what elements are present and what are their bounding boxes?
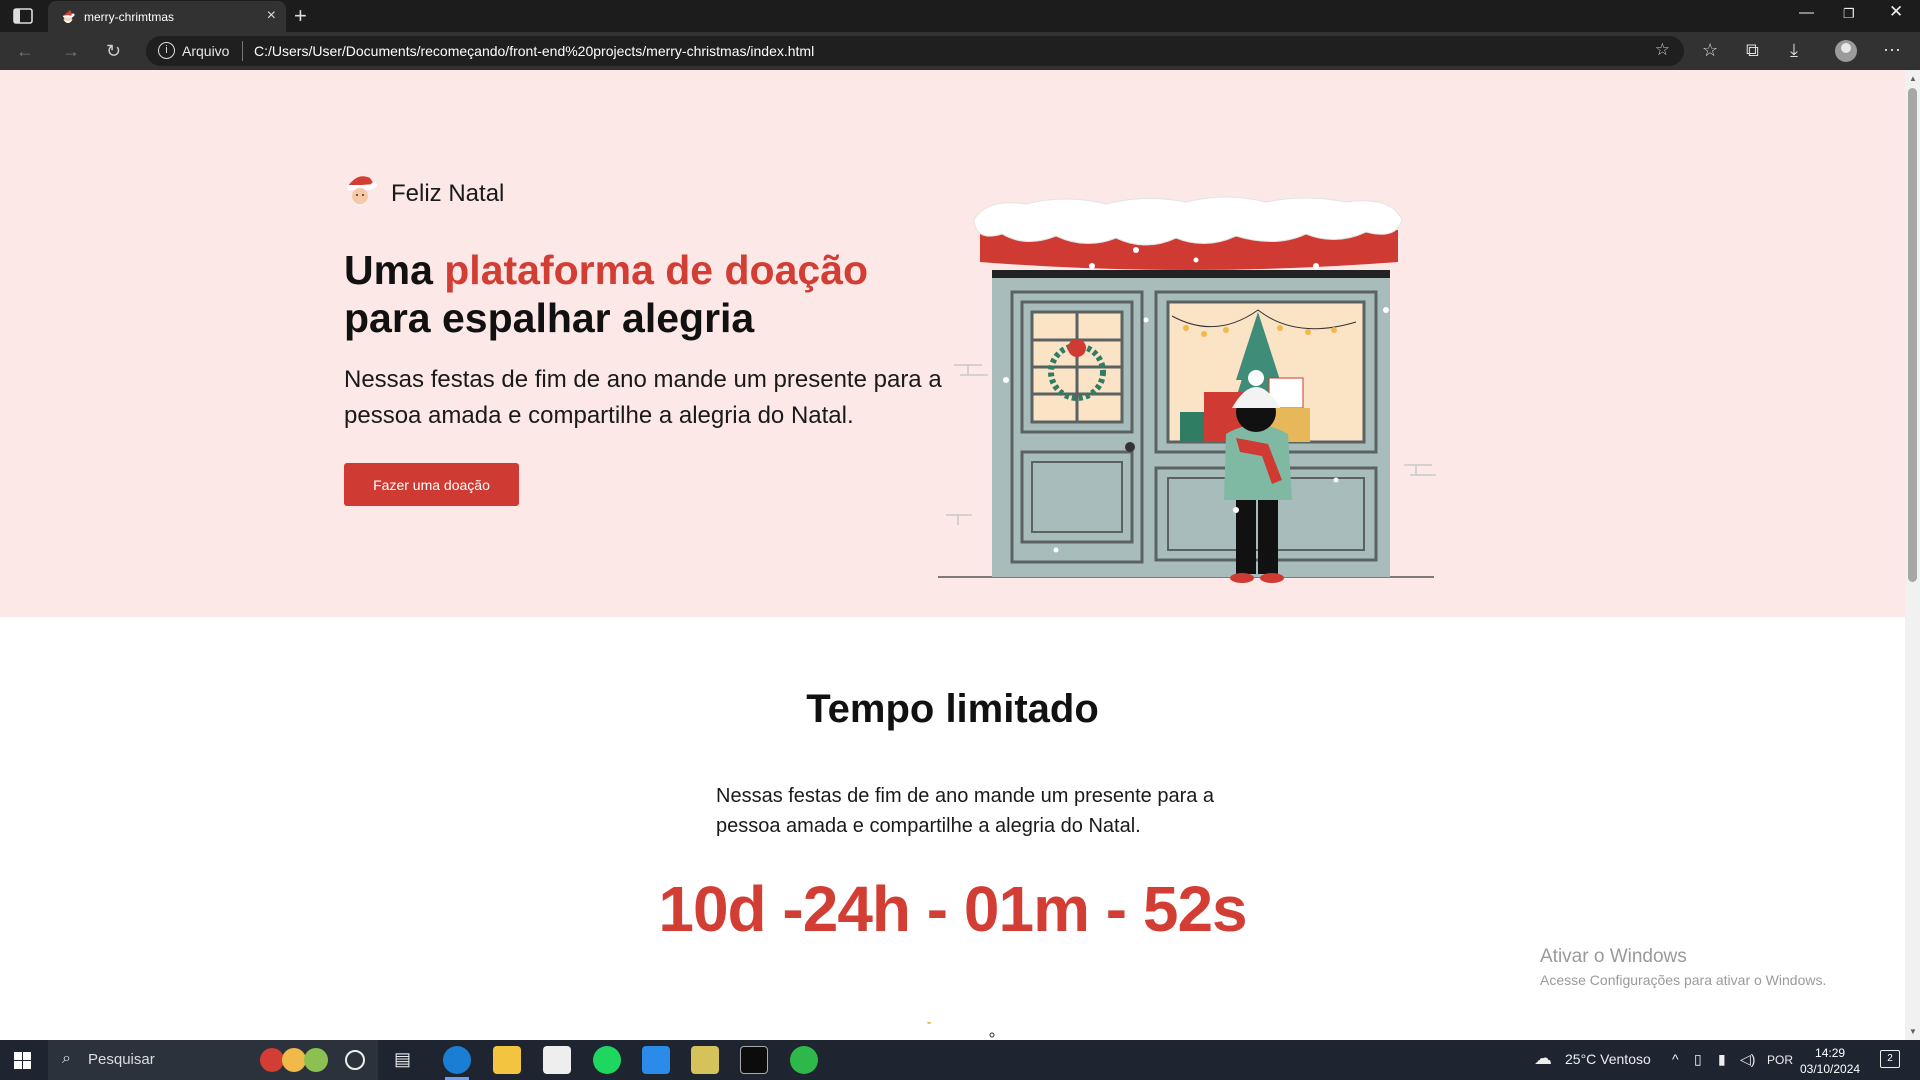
- favorites-icon[interactable]: ☆: [1702, 40, 1718, 61]
- scrollbar-thumb[interactable]: [1908, 88, 1917, 582]
- downloads-icon[interactable]: ⤓: [1790, 40, 1798, 61]
- network-icon[interactable]: ▮: [1718, 1051, 1726, 1068]
- pear-icon: [304, 1048, 328, 1072]
- tab-title: merry-chrimtmas: [84, 10, 174, 24]
- headline-part1: Uma: [344, 247, 445, 293]
- headline-part2: para espalhar alegria: [344, 295, 755, 341]
- address-separator: [242, 41, 243, 61]
- edge-icon[interactable]: [443, 1046, 471, 1080]
- cortana-icon[interactable]: [345, 1050, 365, 1070]
- orange-icon: [282, 1048, 306, 1072]
- refresh-icon[interactable]: ↻: [106, 41, 121, 62]
- volume-icon[interactable]: ◁): [1740, 1051, 1755, 1068]
- hero-section: Feliz Natal Uma plataforma de doação par…: [0, 70, 1905, 617]
- collections-icon[interactable]: ⧉: [1746, 40, 1759, 61]
- url-text[interactable]: C:/Users/User/Documents/recomeçando/fron…: [254, 43, 814, 59]
- windows-activation-watermark: Ativar o Windows Acesse Configurações pa…: [1540, 946, 1826, 988]
- info-icon[interactable]: i: [158, 42, 175, 59]
- windows-taskbar: ⌕ Pesquisar ▤ ☁ 25°C Ventoso ^ ▯ ▮ ◁) PO…: [0, 1040, 1920, 1080]
- forward-icon[interactable]: →: [62, 41, 80, 62]
- donate-button[interactable]: Fazer uma doação: [344, 463, 519, 506]
- section-title: Tempo limitado: [806, 687, 1099, 731]
- back-icon[interactable]: ←: [16, 41, 34, 62]
- minimize-icon[interactable]: —: [1799, 4, 1814, 21]
- file-explorer-icon[interactable]: [493, 1046, 521, 1074]
- tab-actions-icon[interactable]: [12, 7, 34, 25]
- christmas-shop-illustration: [938, 196, 1436, 583]
- profile-icon[interactable]: [1835, 40, 1857, 62]
- search-icon: ⌕: [62, 1050, 71, 1067]
- tab-strip: merry-chrimtmas × + — ❐ ✕: [0, 0, 1920, 32]
- clock[interactable]: 14:29 03/10/2024: [1800, 1045, 1860, 1077]
- confetti-bear-decoration: [927, 1022, 995, 1038]
- windows-start-icon[interactable]: [14, 1052, 31, 1069]
- page-scrollbar[interactable]: ▲ ▼: [1905, 70, 1920, 1040]
- new-tab-button[interactable]: +: [294, 3, 307, 29]
- tab-merry-christmas[interactable]: merry-chrimtmas ×: [48, 1, 286, 32]
- hero-lead: Nessas festas de fim de ano mande um pre…: [344, 366, 942, 429]
- address-bar[interactable]: i Arquivo C:/Users/User/Documents/recome…: [146, 36, 1684, 66]
- scheme-label: Arquivo: [182, 43, 230, 59]
- language-indicator[interactable]: POR: [1767, 1053, 1793, 1067]
- close-tab-icon[interactable]: ×: [267, 7, 276, 25]
- scroll-up-icon[interactable]: ▲: [1909, 74, 1917, 83]
- clock-date: 03/10/2024: [1800, 1062, 1861, 1076]
- watermark-line1: Ativar o Windows: [1540, 946, 1687, 967]
- section-text: Nessas festas de fim de ano mande um pre…: [716, 785, 1215, 837]
- scroll-down-icon[interactable]: ▼: [1909, 1027, 1917, 1036]
- weather-icon[interactable]: ☁: [1534, 1048, 1552, 1069]
- brand-name: Feliz Natal: [391, 180, 505, 207]
- vscode-icon[interactable]: [642, 1046, 670, 1074]
- hero-headline: Uma plataforma de doação para espalhar a…: [344, 246, 868, 342]
- santa-icon: [347, 176, 377, 206]
- device-icon[interactable]: ▯: [1694, 1051, 1702, 1068]
- green-app-icon[interactable]: [790, 1046, 818, 1074]
- app-icon[interactable]: [691, 1046, 719, 1074]
- more-icon[interactable]: ⋯: [1883, 40, 1901, 61]
- restore-icon[interactable]: ❐: [1843, 6, 1855, 22]
- countdown-timer: 10d -24h - 01m - 52s: [658, 873, 1247, 945]
- mail-icon[interactable]: [543, 1046, 571, 1074]
- close-icon[interactable]: ✕: [1889, 2, 1903, 22]
- page-viewport: Feliz Natal Uma plataforma de doação par…: [0, 70, 1905, 1040]
- watermark-line2: Acesse Configurações para ativar o Windo…: [1540, 972, 1827, 988]
- task-view-icon[interactable]: ▤: [394, 1049, 422, 1077]
- search-placeholder: Pesquisar: [88, 1051, 155, 1068]
- weather-text[interactable]: 25°C Ventoso: [1565, 1051, 1651, 1067]
- headline-accent: plataforma de doação: [444, 247, 869, 293]
- tray-chevron-icon[interactable]: ^: [1672, 1051, 1679, 1067]
- clock-time: 14:29: [1815, 1046, 1846, 1060]
- terminal-icon[interactable]: [740, 1046, 768, 1074]
- apple-icon: [260, 1048, 284, 1072]
- navigation-bar: ← → ↻ i Arquivo C:/Users/User/Documents/…: [0, 32, 1920, 70]
- santa-favicon-icon: [63, 10, 75, 23]
- notification-center-icon[interactable]: 2: [1880, 1050, 1900, 1068]
- taskbar-search[interactable]: ⌕ Pesquisar: [48, 1040, 378, 1080]
- add-favorite-icon[interactable]: ☆: [1655, 40, 1670, 60]
- spotify-icon[interactable]: [593, 1046, 621, 1074]
